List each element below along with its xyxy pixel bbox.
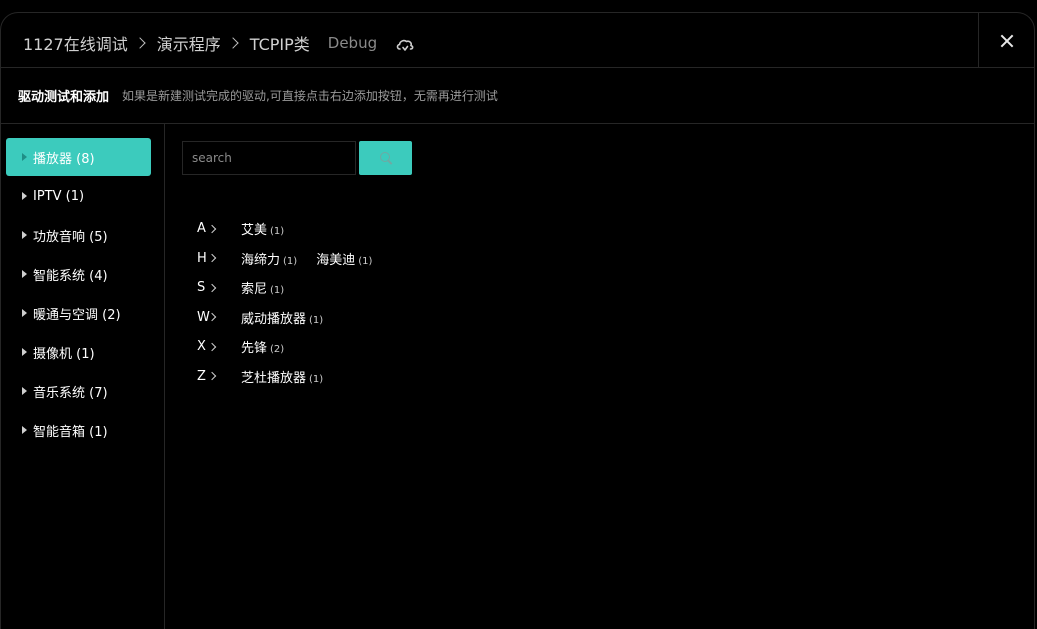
letter-group-s: S 索尼 (1): [197, 273, 391, 303]
letter-group-x: X 先锋 (2): [197, 332, 391, 362]
search-input[interactable]: [182, 141, 356, 175]
dialog-header: 1127在线调试 演示程序 TCPIP类 Debug: [1, 13, 1034, 68]
brand-name: 芝杜播放器: [241, 370, 307, 386]
sidebar-item-label: 功放音响 (5): [33, 229, 108, 245]
close-button[interactable]: [978, 13, 1034, 68]
sidebar-item-label: 音乐系统 (7): [33, 385, 108, 401]
sidebar-item-hvac[interactable]: 暖通与空调 (2): [6, 294, 151, 332]
chevron-right-icon: [227, 37, 239, 49]
section-description: 如果是新建测试完成的驱动,可直接点击右边添加按钮，无需再进行测试: [122, 89, 498, 103]
section-title: 驱动测试和添加: [18, 90, 110, 105]
brand-count: (1): [309, 373, 324, 385]
breadcrumb-item[interactable]: TCPIP类: [250, 31, 310, 55]
brand-link[interactable]: 索尼 (1): [241, 278, 284, 297]
brand-name: 艾美: [241, 223, 268, 239]
brand-link[interactable]: 艾美 (1): [241, 219, 284, 238]
search-button[interactable]: [359, 141, 412, 175]
brand-count: (1): [283, 255, 298, 267]
sidebar-item-smart-system[interactable]: 智能系统 (4): [6, 255, 151, 293]
letter-group-h: H 海缔力 (1) 海美迪 (1): [197, 244, 391, 274]
breadcrumb-item[interactable]: 演示程序: [157, 31, 221, 55]
debug-label: Debug: [327, 34, 378, 52]
sidebar-item-camera[interactable]: 摄像机 (1): [6, 333, 151, 371]
brand-index: A 艾美 (1) H 海缔力 (1) 海美迪 (1) S 索尼 (1) W 威动播放器(…: [197, 214, 391, 391]
sidebar-item-iptv[interactable]: IPTV (1): [6, 177, 151, 215]
sidebar-item-amplifier[interactable]: 功放音响 (5): [6, 216, 151, 254]
brand-link[interactable]: 海缔力 (1): [241, 249, 297, 268]
sidebar-item-music-system[interactable]: 音乐系统 (7): [6, 372, 151, 410]
brand-panel: A 艾美(1) H 海缔力(1) 海美迪(1) S 索尼(1) W 威动播放器(…: [166, 124, 1034, 629]
brand-count: (1): [309, 314, 324, 326]
brand-name: 先锋: [241, 341, 268, 357]
brand-count: (1): [358, 255, 373, 267]
search-icon: [379, 152, 392, 164]
caret-right-icon: [22, 387, 27, 395]
brand-name: 索尼: [241, 282, 268, 298]
caret-right-icon: [22, 231, 27, 239]
sidebar-item-label: 智能系统 (4): [33, 268, 108, 284]
sidebar-item-smart-speaker[interactable]: 智能音箱 (1): [6, 411, 151, 449]
breadcrumb-item[interactable]: 1127在线调试: [23, 31, 128, 55]
brand-link[interactable]: 海美迪 (1): [316, 249, 372, 268]
close-icon: [1000, 34, 1014, 48]
brand-link[interactable]: 威动播放器 (1): [241, 308, 323, 327]
sidebar-item-label: 摄像机 (1): [33, 346, 95, 362]
caret-right-icon: [22, 348, 27, 356]
letter-group-w: W 威动播放器 (1): [197, 303, 391, 333]
sidebar-item-label: 播放器 (8): [33, 151, 95, 167]
caret-right-icon: [22, 153, 27, 161]
caret-right-icon: [22, 309, 27, 317]
brand-link[interactable]: 芝杜播放器 (1): [241, 367, 323, 386]
brand-count: (1): [270, 226, 285, 238]
caret-right-icon: [22, 192, 27, 200]
brand-count: (1): [270, 285, 285, 297]
breadcrumb: 1127在线调试 演示程序 TCPIP类 Debug: [23, 31, 415, 55]
brand-name: 海缔力: [241, 252, 281, 268]
brand-name: 威动播放器: [241, 311, 307, 327]
sidebar-item-label: IPTV (1): [33, 188, 85, 204]
letter-group-a: A 艾美 (1): [197, 214, 391, 244]
cloud-sync-icon[interactable]: [395, 35, 415, 55]
sidebar-item-label: 智能音箱 (1): [33, 424, 108, 440]
category-sidebar: 播放器 (8) IPTV (1) 功放音响 (5) 智能系统 (4) 暖通与空调…: [1, 124, 165, 629]
chevron-right-icon: [134, 37, 146, 49]
sidebar-item-label: 暖通与空调 (2): [33, 307, 121, 323]
caret-right-icon: [22, 270, 27, 278]
sidebar-item-player[interactable]: 播放器 (8): [6, 138, 151, 176]
subheader: 驱动测试和添加 如果是新建测试完成的驱动,可直接点击右边添加按钮，无需再进行测试: [1, 68, 1034, 124]
brand-count: (2): [270, 344, 285, 356]
brand-link[interactable]: 先锋 (2): [241, 337, 284, 356]
driver-dialog: 1127在线调试 演示程序 TCPIP类 Debug 驱动测试和添加 如果是新建…: [0, 12, 1035, 629]
caret-right-icon: [22, 426, 27, 434]
letter-group-z: Z 芝杜播放器 (1): [197, 362, 391, 392]
brand-name: 海美迪: [316, 252, 356, 268]
cloud-sync-svg: [396, 39, 414, 51]
